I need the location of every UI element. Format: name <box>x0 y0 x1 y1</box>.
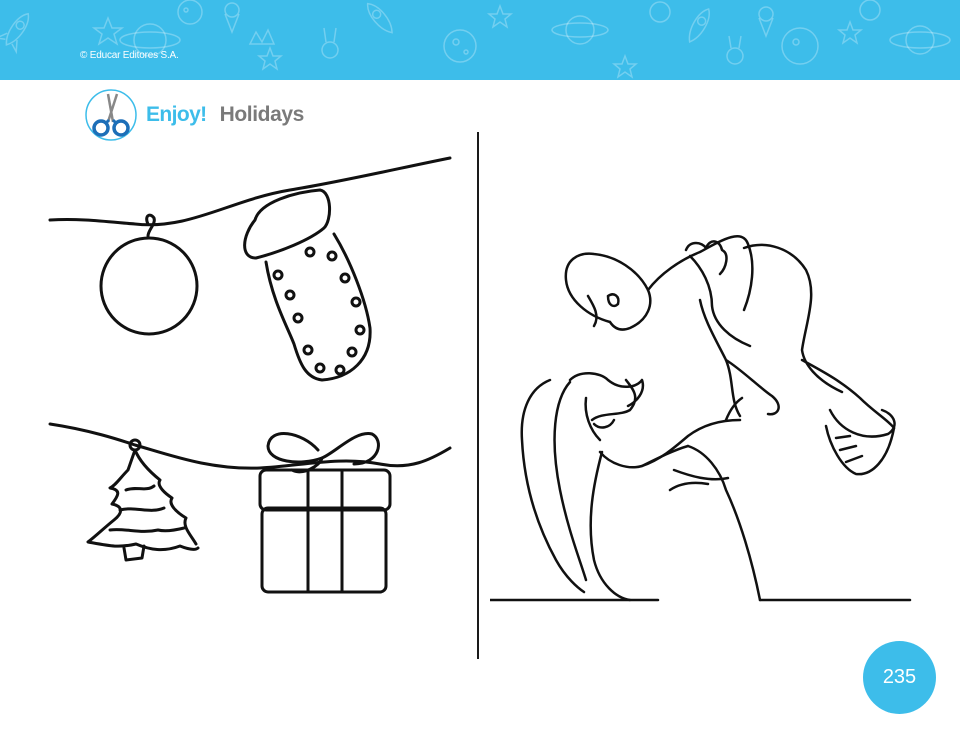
star-icon <box>256 45 284 71</box>
mother-lifting-child <box>490 235 912 602</box>
rocket-icon <box>688 8 710 43</box>
planet-icon <box>781 27 819 65</box>
copyright-text: © Educar Editores S.A. <box>80 50 179 61</box>
star-icon <box>836 19 864 45</box>
top-banner: © Educar Editores S.A. <box>0 0 960 80</box>
page-number-badge: 235 <box>863 641 936 714</box>
page-number: 235 <box>882 666 917 688</box>
right-coloring-panel <box>490 235 912 602</box>
title-holidays: Holidays <box>219 103 305 126</box>
star-icon <box>91 15 125 46</box>
top-garland-string <box>48 156 452 227</box>
rocket-icon <box>0 12 30 55</box>
ornament-ball <box>99 213 199 336</box>
planet-icon <box>443 29 477 63</box>
ice-cream-icon <box>758 6 774 39</box>
bunny-icon <box>321 27 339 59</box>
moon-icon <box>649 1 671 23</box>
bunny-icon <box>726 35 744 65</box>
gift-box <box>258 432 392 594</box>
scissors-icon <box>85 89 137 141</box>
moon-icon <box>859 0 881 21</box>
left-coloring-panel <box>48 156 452 594</box>
moon-icon <box>177 0 203 25</box>
planet-icon <box>889 25 951 55</box>
title-enjoy: Enjoy! <box>146 103 207 126</box>
bottom-garland-string <box>48 422 452 470</box>
ice-cream-icon <box>224 2 240 35</box>
banner-pattern <box>0 0 951 79</box>
section-header: Enjoy! Holidays <box>84 88 304 142</box>
planet-icon <box>551 15 609 45</box>
christmas-stocking <box>243 188 372 382</box>
crown-icon <box>248 28 276 45</box>
panel-divider <box>477 132 479 659</box>
rocket-icon <box>366 2 393 34</box>
star-icon <box>486 3 514 29</box>
star-icon <box>611 53 639 79</box>
